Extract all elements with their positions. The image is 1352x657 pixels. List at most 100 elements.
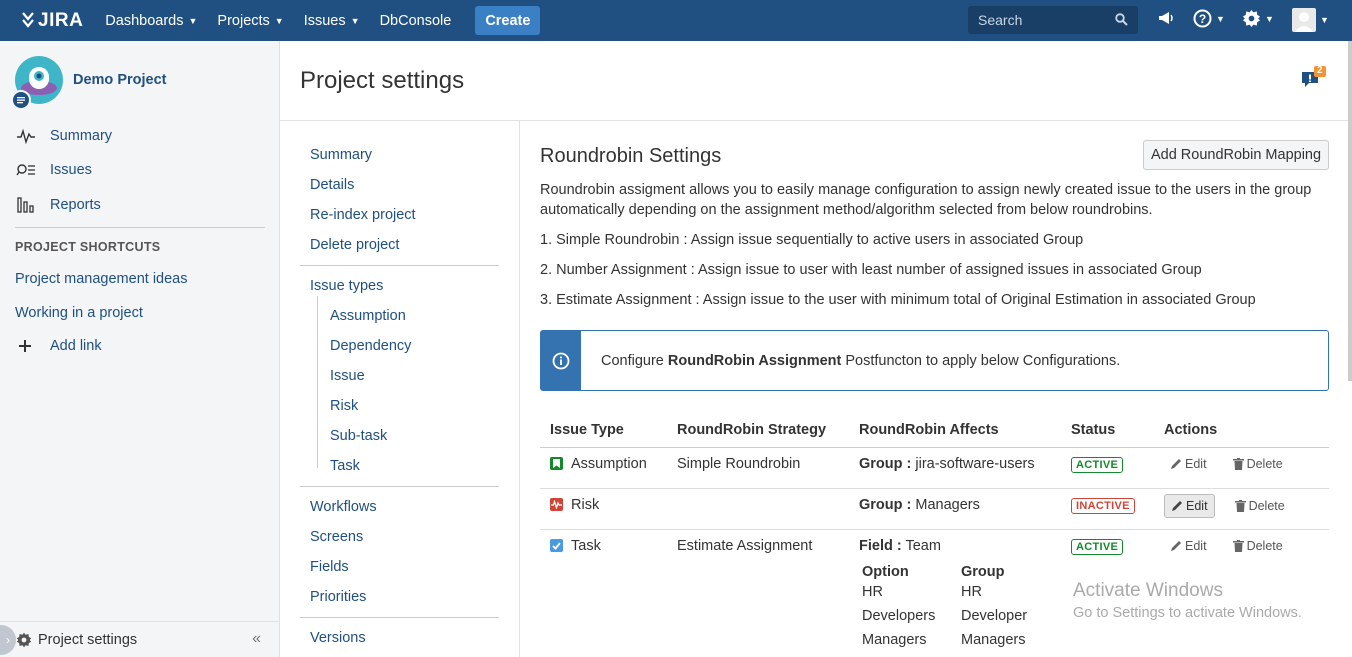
info-text: Configure RoundRobin Assignment Postfunc… [601, 353, 1120, 369]
info-text-post: Postfuncton to apply below Configuration… [841, 352, 1121, 369]
issue-type-cell: Risk [540, 488, 667, 530]
issue-type-sub-task[interactable]: Sub-task [330, 428, 387, 444]
pencil-icon [1171, 458, 1181, 469]
announcement-icon[interactable] [1157, 9, 1175, 27]
nav-dashboards-label: Dashboards [105, 12, 184, 29]
column-strategy: RoundRobin Strategy [667, 413, 849, 448]
sidebar-divider [15, 227, 265, 228]
nav-issues[interactable]: Issues ▼ [304, 13, 360, 29]
shortcuts-title: PROJECT SHORTCUTS [15, 240, 161, 254]
delete-label: Delete [1246, 538, 1283, 553]
settings-nav-reindex[interactable]: Re-index project [310, 207, 416, 223]
affects-key: Group : [859, 455, 912, 472]
status-cell: ACTIVE [1061, 447, 1154, 489]
jira-logo-icon [22, 11, 34, 28]
add-link-button[interactable]: Add link [15, 338, 102, 354]
gear-icon[interactable]: ▼ [1242, 9, 1274, 28]
collapse-sidebar-icon[interactable]: « [252, 630, 261, 648]
activate-windows-subtitle: Go to Settings to activate Windows. [1073, 605, 1302, 621]
option-value: Developers [862, 607, 936, 624]
issue-type-issue[interactable]: Issue [330, 368, 365, 384]
chevron-right-icon[interactable]: › [0, 625, 16, 655]
affects-cell: Field : Team Option Group HR HR Develope… [849, 529, 1061, 657]
page-scrollbar[interactable] [1348, 41, 1352, 381]
issue-type-risk[interactable]: Risk [330, 398, 358, 414]
nav-dashboards[interactable]: Dashboards ▼ [105, 13, 197, 29]
settings-nav-versions[interactable]: Versions [310, 630, 366, 646]
edit-label: Edit [1185, 538, 1207, 553]
description-line-1: Roundrobin assigment allows you to easil… [540, 182, 1312, 198]
settings-gear-icon [16, 632, 32, 647]
edit-label: Edit [1186, 498, 1208, 513]
nav-projects[interactable]: Projects ▼ [217, 13, 283, 29]
option-value: Managers [862, 631, 927, 648]
project-avatar [11, 56, 63, 110]
method-number: 2. Number Assignment : Assign issue to u… [540, 262, 1202, 278]
edit-button[interactable]: Edit [1164, 453, 1213, 475]
project-settings-link[interactable]: Project settings [38, 632, 137, 648]
risk-icon [550, 498, 563, 511]
column-status: Status [1061, 413, 1154, 448]
info-message: Configure RoundRobin Assignment Postfunc… [540, 330, 1329, 391]
pencil-icon [1172, 500, 1182, 511]
affects-cell: Group : jira-software-users [849, 447, 1061, 489]
settings-nav-divider [300, 617, 499, 618]
settings-nav-summary[interactable]: Summary [310, 147, 372, 163]
edit-label: Edit [1185, 456, 1207, 471]
help-icon[interactable]: ? ▼ [1193, 9, 1225, 28]
table-header-row: Issue Type RoundRobin Strategy RoundRobi… [540, 413, 1329, 448]
settings-nav-fields[interactable]: Fields [310, 559, 349, 575]
nav-dbconsole[interactable]: DbConsole [380, 13, 452, 29]
issue-type-name: Risk [571, 496, 600, 513]
settings-nav-issue-types[interactable]: Issue types [310, 278, 383, 294]
settings-nav-priorities[interactable]: Priorities [310, 589, 366, 605]
delete-button[interactable]: Delete [1227, 535, 1289, 557]
issue-type-assumption[interactable]: Assumption [330, 308, 406, 324]
issue-type-name: Assumption [571, 455, 647, 472]
group-value: HR [961, 583, 982, 600]
description-line-2: automatically depending on the assignmen… [540, 202, 1153, 218]
add-roundrobin-mapping-button[interactable]: Add RoundRobin Mapping [1143, 140, 1329, 170]
settings-nav-screens[interactable]: Screens [310, 529, 363, 545]
option-value: HR [862, 583, 883, 600]
user-avatar[interactable]: ▼ [1292, 8, 1329, 32]
settings-nav-delete[interactable]: Delete project [310, 237, 399, 253]
group-value: Managers [961, 631, 1026, 648]
sidebar-item-reports[interactable]: Reports [15, 196, 101, 214]
project-header[interactable]: Demo Project [11, 56, 167, 110]
actions-cell: Edit Delete [1154, 447, 1329, 489]
search-icon [1115, 13, 1128, 26]
chevron-down-icon: ▼ [188, 15, 198, 26]
issue-type-name: Task [571, 537, 601, 554]
jira-logo[interactable]: JIRA [20, 10, 83, 32]
reports-icon [15, 196, 37, 214]
method-simple: 1. Simple Roundrobin : Assign issue sequ… [540, 232, 1084, 248]
search-input[interactable]: Search [968, 6, 1138, 34]
settings-nav-details[interactable]: Details [310, 177, 354, 193]
issue-type-task[interactable]: Task [330, 458, 360, 474]
nav-projects-label: Projects [217, 12, 270, 29]
table-row: Assumption Simple Roundrobin Group : jir… [540, 447, 1329, 489]
shortcut-working-in-a-project[interactable]: Working in a project [15, 305, 143, 321]
shortcut-project-management-ideas[interactable]: Project management ideas [15, 271, 188, 287]
settings-nav-workflows[interactable]: Workflows [310, 499, 377, 515]
edit-button[interactable]: Edit [1164, 493, 1215, 518]
status-cell: INACTIVE [1061, 488, 1154, 530]
sidebar-item-label: Issues [50, 162, 92, 178]
sidebar-item-issues[interactable]: Issues [15, 162, 92, 178]
trash-icon [1232, 539, 1244, 552]
page-title: Project settings [300, 67, 465, 94]
edit-button[interactable]: Edit [1164, 535, 1213, 557]
sidebar-item-summary[interactable]: Summary [15, 128, 112, 144]
create-button[interactable]: Create [475, 6, 541, 35]
delete-button[interactable]: Delete [1229, 495, 1291, 517]
column-actions: Actions [1154, 413, 1329, 448]
user-avatar-icon [1292, 8, 1316, 32]
chevron-down-icon: ▼ [350, 15, 360, 26]
project-name: Demo Project [73, 72, 167, 88]
sidebar-item-label: Summary [50, 128, 113, 144]
delete-button[interactable]: Delete [1227, 453, 1289, 475]
feedback-icon[interactable]: 2 [1300, 65, 1330, 95]
issue-type-dependency[interactable]: Dependency [330, 338, 411, 354]
delete-label: Delete [1246, 456, 1283, 471]
